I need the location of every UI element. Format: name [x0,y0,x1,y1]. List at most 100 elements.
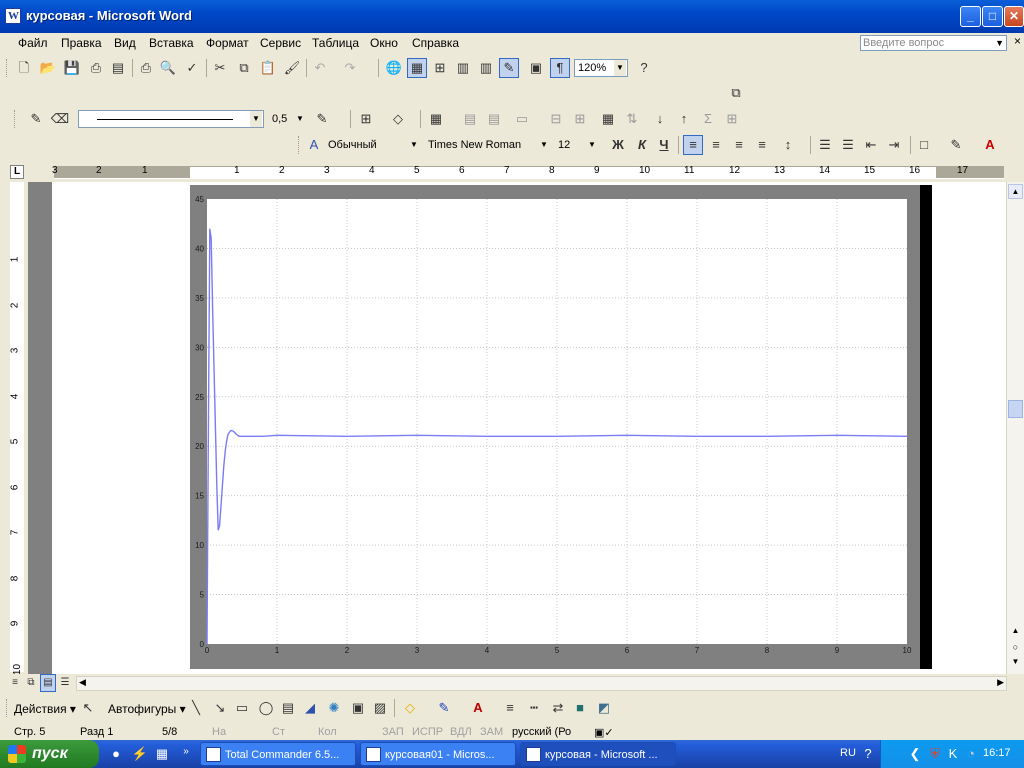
line-tool-icon[interactable]: ╲ [186,698,206,718]
quicklaunch-more-icon[interactable]: » [176,742,196,762]
tray-misc-icon[interactable]: ◔ [961,744,981,764]
menu-file[interactable]: Файл [18,36,48,50]
diagram-icon[interactable]: ✺ [324,698,344,718]
hide-gridlines-icon[interactable]: ⊞ [722,109,742,129]
line-weight-select[interactable]: 0,5 ▼ [268,110,308,128]
menu-format[interactable]: Формат [206,36,249,50]
menu-insert[interactable]: Вставка [149,36,194,50]
scroll-up-icon[interactable]: ▲ [1008,184,1023,199]
minimize-button[interactable]: _ [960,6,981,27]
spelling-status-icon[interactable]: ▣✓ [594,726,614,739]
textbox-tool-icon[interactable]: ▤ [278,698,298,718]
scroll-left-icon[interactable]: ◀ [79,677,86,688]
bullets-icon[interactable]: ☰ [838,135,858,155]
cut-icon[interactable]: ✂ [210,58,230,78]
firefox-quicklaunch-icon[interactable]: ● [106,744,126,764]
split-cells-icon[interactable]: ▤ [484,109,504,129]
task-total-commander[interactable]: Total Commander 6.5... [200,742,356,766]
drawing-icon[interactable]: ✎ [499,58,519,78]
horizontal-ruler[interactable]: L 3 2 1 1 2 3 4 5 6 7 8 9 10 11 12 13 14 15 16 17 [0,162,1024,182]
autosum-icon[interactable]: Σ [698,109,718,129]
kaspersky-tray-icon[interactable]: K [943,744,963,764]
scroll-thumb[interactable] [1008,400,1023,418]
dash-style-icon[interactable]: ┅ [524,698,544,718]
hyperlink-icon[interactable]: 🌐 [384,58,404,78]
start-button[interactable]: пуск [0,740,99,768]
draw-font-color-icon[interactable]: A [468,698,488,718]
menu-view[interactable]: Вид [114,36,136,50]
preview-icon[interactable]: 🔍 [158,58,178,78]
decrease-indent-icon[interactable]: ⇤ [861,135,881,155]
italic-button[interactable]: К [632,135,652,155]
spelling-icon[interactable]: ✓ [182,58,202,78]
select-objects-icon[interactable]: ↖ [78,698,98,718]
line-color-icon[interactable]: ✎ [434,698,454,718]
task-kursovaya[interactable]: курсовая - Microsoft ... [520,742,676,766]
quicklaunch-2-icon[interactable]: ⚡ [130,744,150,764]
shadow-style-icon[interactable]: ■ [570,698,590,718]
save-icon[interactable]: 💾 [62,58,82,78]
status-trk[interactable]: ИСПР [412,726,443,738]
align-left-icon[interactable]: ≡ [683,135,703,155]
status-ext[interactable]: ВДЛ [450,726,472,738]
clipart-icon[interactable]: ▣ [348,698,368,718]
undo-icon[interactable]: ↶ [310,58,330,78]
style-select[interactable]: Обычный ▼ [324,136,422,154]
browse-object-icon[interactable]: ○ [1008,642,1023,657]
redo-icon[interactable]: ↷ [340,58,360,78]
menu-table[interactable]: Таблица [312,36,359,50]
distribute-cols-icon[interactable]: ⊞ [570,109,590,129]
vertical-scrollbar[interactable]: ▲ ▲ ○ ▼ [1006,182,1024,674]
align-cell-icon[interactable]: ▭ [512,109,532,129]
font-select[interactable]: Times New Roman ▼ [424,136,552,154]
menu-tools[interactable]: Сервис [260,36,301,50]
insert-table2-icon[interactable]: ▦ [426,109,446,129]
outline-view-icon[interactable]: ☰ [58,674,72,692]
rectangle-tool-icon[interactable]: ▭ [232,698,252,718]
word-app-icon[interactable]: W [5,8,21,24]
chart-figure[interactable]: 0 1 2 3 4 5 6 7 8 9 10051015202530354045 [190,185,932,669]
vertical-ruler[interactable]: 1234567891011 [8,182,27,720]
justify-icon[interactable]: ≡ [752,135,772,155]
menu-help[interactable]: Справка [412,36,459,50]
line-spacing-icon[interactable]: ↕ [778,135,798,155]
styles-pane-icon[interactable]: A [304,135,324,155]
eraser-icon[interactable]: ⌫ [50,109,70,129]
line-style-icon[interactable]: ≡ [500,698,520,718]
underline-button[interactable]: Ч [654,135,674,155]
help-tray-icon[interactable]: ? [858,744,878,764]
help-icon[interactable]: ? [634,58,654,78]
normal-view-icon[interactable]: ≡ [8,674,22,692]
distribute-rows-icon[interactable]: ⊟ [546,109,566,129]
bold-button[interactable]: Ж [608,135,628,155]
doc-close-icon[interactable]: × [1014,34,1021,48]
show-hide-icon[interactable]: ¶ [550,58,570,78]
autoformat-icon[interactable]: ▦ [598,109,618,129]
arrow-tool-icon[interactable]: ↘ [210,698,230,718]
wordart-icon[interactable]: ◢ [300,698,320,718]
line-style-select[interactable]: ▼ [78,110,264,128]
ask-question-input[interactable]: Введите вопрос ▼ [860,35,1007,51]
menu-edit[interactable]: Правка [61,36,102,50]
oval-tool-icon[interactable]: ◯ [256,698,276,718]
pencil-icon[interactable]: ✎ [26,109,46,129]
tab-selector[interactable]: L [10,165,24,179]
horizontal-scrollbar[interactable]: ◀ ▶ [76,676,1007,691]
arrow-style-icon[interactable]: ⇄ [548,698,568,718]
fill-color-icon[interactable]: ◇ [400,698,420,718]
paste-icon[interactable]: 📋 [258,58,278,78]
next-page-icon[interactable]: ▼ [1008,657,1023,672]
increase-indent-icon[interactable]: ⇥ [884,135,904,155]
maximize-button[interactable]: □ [982,6,1003,27]
task-kursovaya01[interactable]: курсовая01 - Micros... [360,742,516,766]
language-indicator[interactable]: RU [840,747,856,759]
zoom-select[interactable]: 120% ▼ [574,59,628,77]
tables-borders-icon[interactable]: ▦ [407,58,427,78]
numbering-icon[interactable]: ☰ [815,135,835,155]
format-painter-icon[interactable]: 🖌 [282,58,302,78]
doc-map-icon[interactable]: ▣ [526,58,546,78]
3d-style-icon[interactable]: ◩ [594,698,614,718]
align-right-icon[interactable]: ≡ [729,135,749,155]
font-color-icon[interactable]: A [980,135,1000,155]
quicklaunch-3-icon[interactable]: ▦ [152,744,172,764]
